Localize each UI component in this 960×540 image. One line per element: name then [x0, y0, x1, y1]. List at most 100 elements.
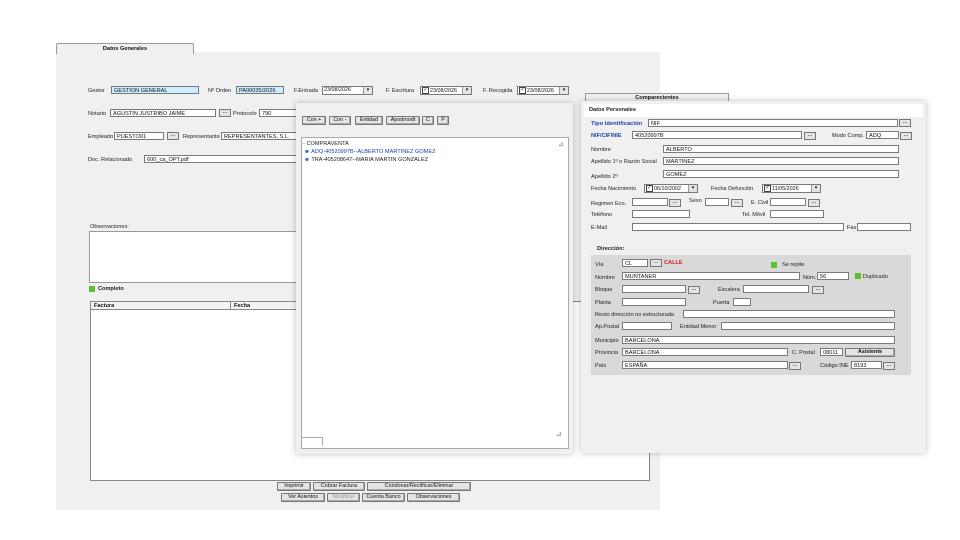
- chevron-down-icon[interactable]: ▾: [559, 87, 568, 94]
- bloque-field[interactable]: [622, 285, 686, 293]
- resto-direccion-field[interactable]: [683, 310, 895, 318]
- modo-comp-field[interactable]: ADQ: [866, 131, 899, 139]
- pais-field[interactable]: ESPAÑA: [622, 361, 788, 369]
- fax-field[interactable]: [857, 223, 911, 231]
- cpostal-field[interactable]: 08011: [820, 348, 843, 356]
- resize-grip-icon[interactable]: ⊿: [556, 430, 564, 438]
- gestor-field[interactable]: GESTION GENERAL: [111, 86, 199, 94]
- tree-item-tra[interactable]: ☻ TRA-40520864T--MARIA MARTIN GONZALEZ: [304, 156, 428, 164]
- asistente-button[interactable]: Asistente: [845, 348, 895, 357]
- checkbox-icon[interactable]: ✓: [519, 87, 526, 94]
- ine-lookup-button[interactable]: ...: [883, 362, 895, 370]
- docrel-field[interactable]: 600_ca_OPT.pdf: [144, 155, 299, 163]
- sexo-field[interactable]: [705, 198, 729, 206]
- nombre-field[interactable]: ALBERTO: [663, 145, 899, 153]
- via-field[interactable]: CL: [622, 259, 648, 267]
- tree-root-label: COMPRAVENTA: [306, 141, 349, 147]
- frecogida-date[interactable]: ✓ 23/08/2026 ▾: [517, 86, 569, 95]
- cuenta-banco-button[interactable]: Cuenta Banco: [362, 493, 405, 502]
- municipio-field[interactable]: BARCELONA: [622, 336, 895, 344]
- representante-field[interactable]: REPRESENTANTES, S.L.: [221, 132, 299, 140]
- tipo-id-field[interactable]: NIF: [648, 119, 898, 127]
- apellido2-field[interactable]: GOMEZ: [663, 170, 899, 178]
- ecivil-lookup-button[interactable]: ...: [808, 199, 820, 207]
- ine-field[interactable]: 8193: [851, 361, 882, 369]
- col-factura-header[interactable]: Factura: [91, 302, 231, 310]
- observaciones-textarea[interactable]: [89, 231, 301, 283]
- provincia-field[interactable]: BARCELONA: [622, 348, 788, 356]
- escalera-field[interactable]: [743, 285, 809, 293]
- entidad-button[interactable]: Entidad: [355, 116, 383, 125]
- condonar-button[interactable]: Condonar/Rectificar/Eliminar: [367, 482, 471, 491]
- modo-comp-lookup-button[interactable]: ...: [900, 132, 912, 140]
- col-fecha-header[interactable]: Fecha: [231, 302, 299, 310]
- puerta-field[interactable]: [733, 298, 751, 306]
- notario-lookup-button[interactable]: ...: [219, 109, 231, 117]
- imprimir-button[interactable]: Imprimir: [277, 482, 311, 491]
- regimen-lookup-button[interactable]: ...: [669, 199, 681, 207]
- fdef-date[interactable]: ✓ 11/05/2026 ▾: [762, 184, 821, 193]
- movil-field[interactable]: [770, 210, 824, 218]
- pais-lookup-button[interactable]: ...: [789, 362, 801, 370]
- email-field[interactable]: [632, 223, 844, 231]
- resize-grip-icon[interactable]: ⊿: [558, 140, 566, 148]
- fentrada-label: F.Entrada: [294, 88, 318, 94]
- c-button[interactable]: C: [422, 116, 434, 125]
- num-label: Núm.: [803, 275, 817, 281]
- fnac-date[interactable]: ✓ 06/10/2002 ▾: [644, 184, 698, 193]
- bloque-lookup-button[interactable]: ...: [688, 286, 700, 294]
- tipo-id-lookup-button[interactable]: ...: [899, 119, 911, 127]
- p-button[interactable]: P: [437, 116, 449, 125]
- fentrada-value: 23/08/2026: [324, 87, 351, 93]
- modificar-button[interactable]: Modificar: [327, 493, 360, 502]
- tab-datos-generales[interactable]: Datos Generales: [56, 43, 194, 54]
- entidad-menor-field[interactable]: [721, 322, 895, 330]
- dir-nombre-field[interactable]: MUNTANER: [622, 272, 800, 280]
- nif-lookup-button[interactable]: ...: [804, 132, 816, 140]
- via-lookup-button[interactable]: ...: [650, 259, 662, 267]
- num-field[interactable]: 56: [817, 272, 849, 280]
- comparecientes-tree[interactable]: [301, 137, 569, 449]
- planta-field[interactable]: [622, 298, 686, 306]
- con-minus-button[interactable]: Con -: [329, 116, 351, 125]
- fentrada-date[interactable]: 23/08/2026 ▾: [322, 86, 373, 95]
- se-repite-label: Se repite: [782, 262, 805, 268]
- horizontal-scrollbar[interactable]: [302, 437, 323, 446]
- apellido1-field[interactable]: MARTINEZ: [663, 157, 899, 165]
- sexo-lookup-button[interactable]: ...: [731, 199, 743, 207]
- tree-item-adq[interactable]: ☻ ADQ-40520997B--ALBERTO MARTINEZ GOMEZ: [304, 148, 435, 156]
- checkbox-icon[interactable]: ✓: [646, 185, 653, 192]
- ecivil-field[interactable]: [770, 198, 806, 206]
- chevron-down-icon[interactable]: ▾: [462, 87, 471, 94]
- appostal-field[interactable]: [622, 322, 672, 330]
- empleado-lookup-button[interactable]: ...: [167, 132, 179, 140]
- escalera-lookup-button[interactable]: ...: [812, 286, 824, 294]
- chevron-down-icon[interactable]: ▾: [811, 185, 820, 192]
- observaciones-button[interactable]: Observaciones: [407, 493, 460, 502]
- chevron-down-icon[interactable]: ▾: [363, 87, 372, 94]
- empleado-field[interactable]: PUESTO01: [114, 132, 164, 140]
- completo-indicator-icon: [89, 286, 95, 292]
- fescritura-date[interactable]: ✓ 23/08/2026 ▾: [420, 86, 472, 95]
- ver-asientos-button[interactable]: Ver Asientos: [281, 493, 325, 502]
- chevron-down-icon[interactable]: ▾: [688, 185, 697, 192]
- telefono-field[interactable]: [632, 210, 690, 218]
- nombre-label: Nombre: [591, 147, 611, 153]
- nif-field[interactable]: 40520997B: [632, 131, 802, 139]
- checkbox-icon[interactable]: ✓: [764, 185, 771, 192]
- fnac-label: Fecha Nacimiento: [591, 186, 637, 192]
- protocolo-field[interactable]: 790: [259, 109, 299, 117]
- duplicado-label: Duplicado: [863, 274, 888, 280]
- tree-expand-icon[interactable]: -: [303, 141, 305, 147]
- tree-root-item[interactable]: - COMPRAVENTA: [303, 140, 349, 148]
- appostal-label: Ap.Postal: [595, 324, 619, 330]
- con-plus-button[interactable]: Con +: [302, 116, 326, 125]
- apoderado-button[interactable]: Apodmodt: [386, 116, 420, 125]
- regimen-field[interactable]: [632, 198, 668, 206]
- fdef-label: Fecha Defunción: [711, 186, 754, 192]
- notario-field[interactable]: AGUSTIN JUSTRIBO JAIME: [110, 109, 216, 117]
- orden-field[interactable]: PA00035/2026: [236, 86, 284, 94]
- modo-comp-label: Modo Comp.: [832, 133, 865, 139]
- checkbox-icon[interactable]: ✓: [422, 87, 429, 94]
- cobrar-factura-button[interactable]: Cobrar Factura: [313, 482, 365, 491]
